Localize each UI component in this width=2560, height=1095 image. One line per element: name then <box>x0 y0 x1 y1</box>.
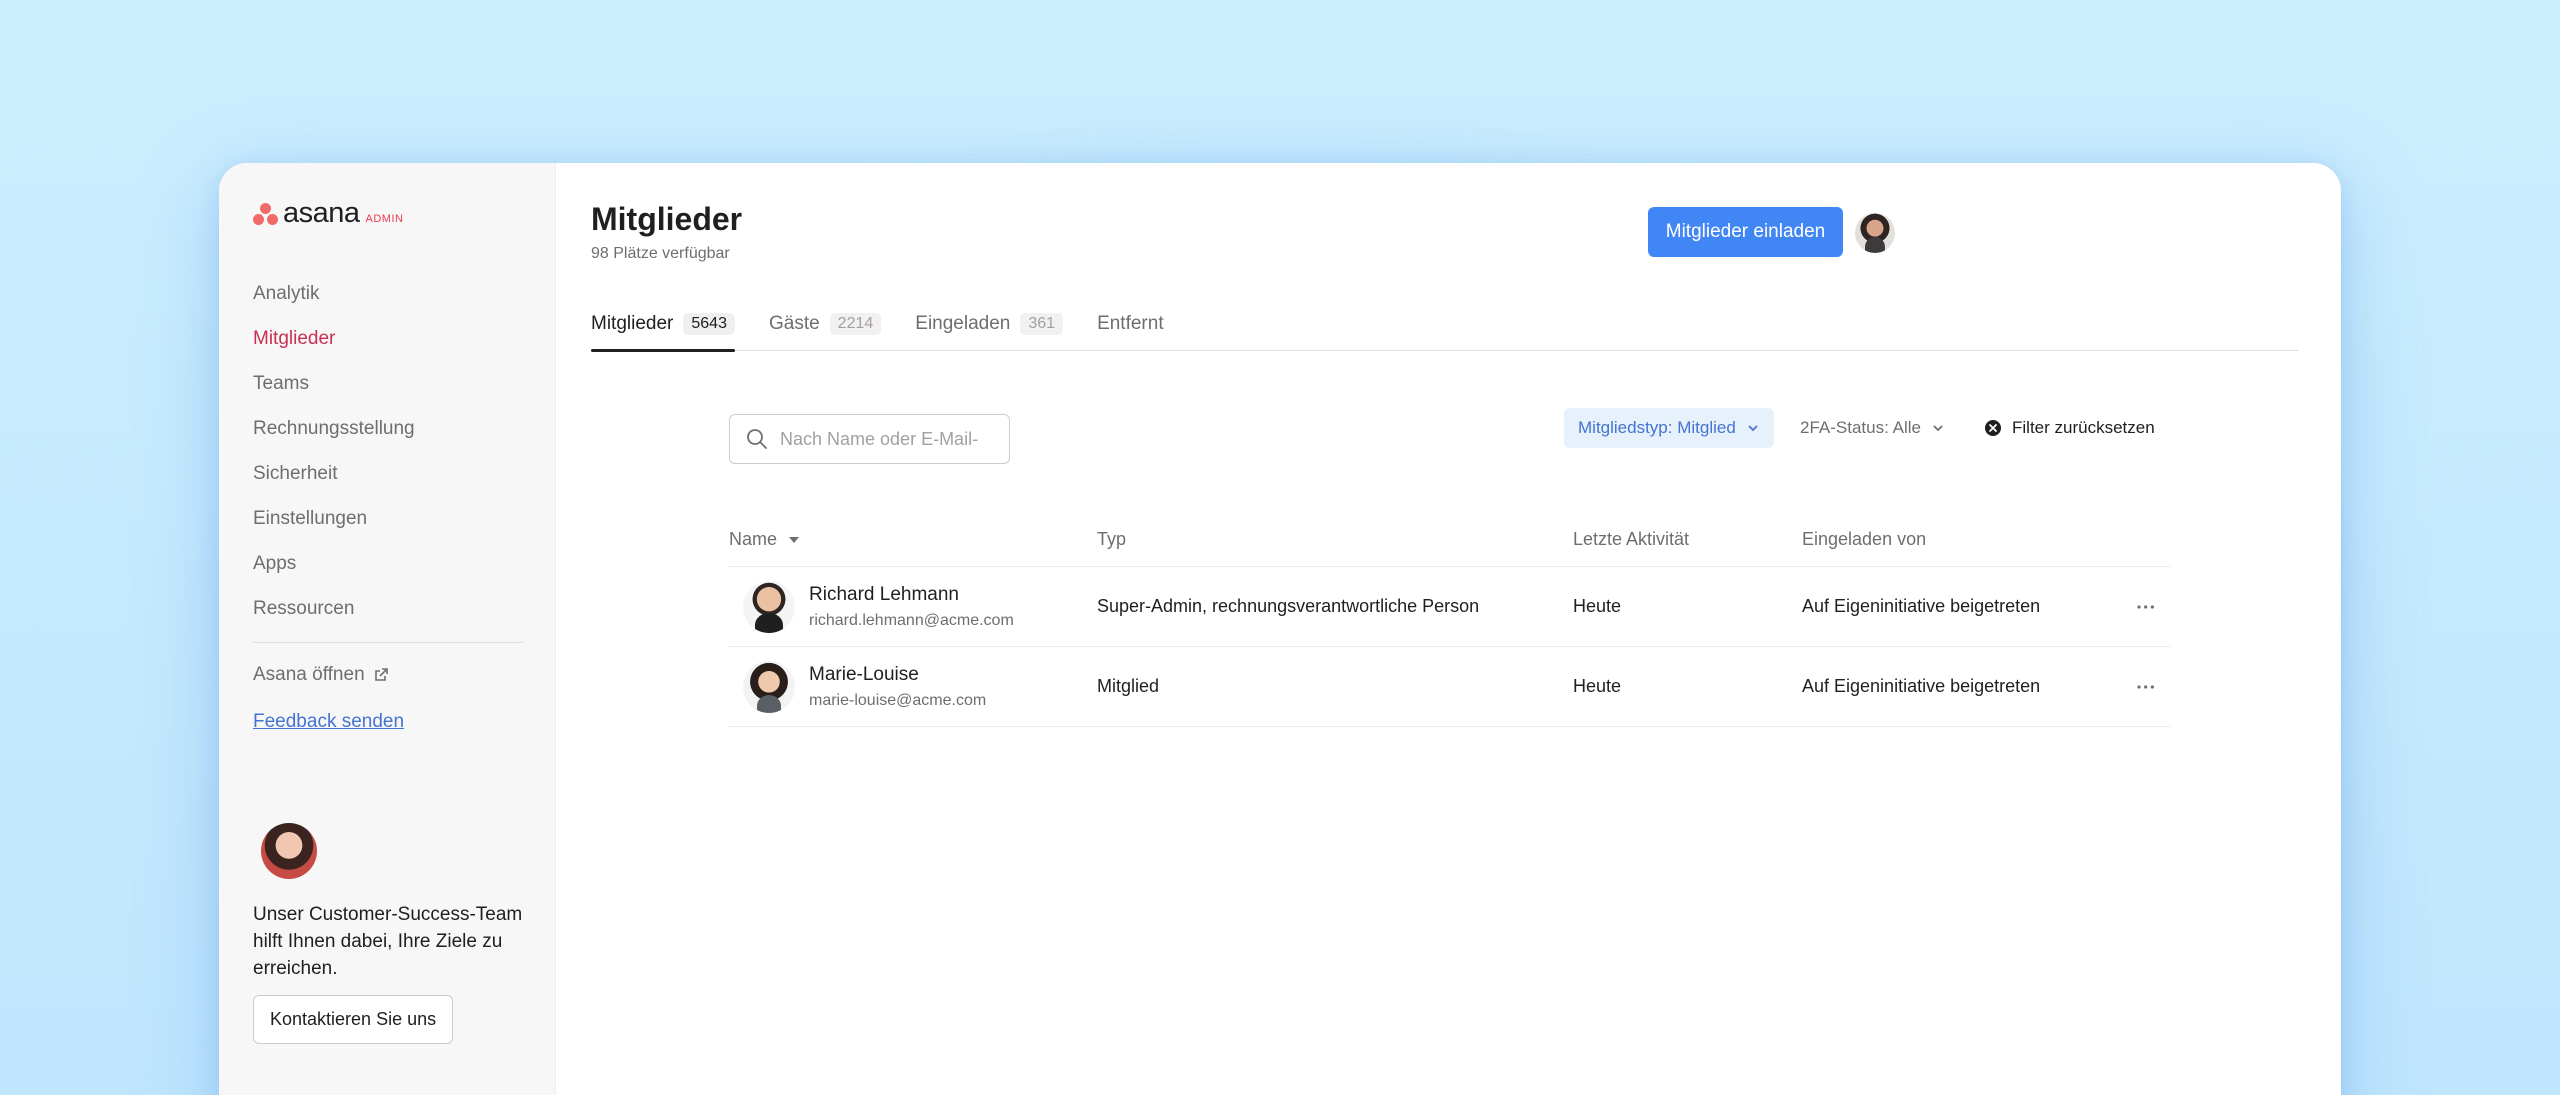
logo-wordmark: asana <box>283 197 360 229</box>
column-header-type: Typ <box>1097 529 1127 549</box>
member-name: Marie-Louise <box>809 663 919 685</box>
tab-label: Entfernt <box>1097 313 1164 334</box>
member-cell: Marie-Louise marie-louise@acme.com <box>729 660 1097 713</box>
member-cell: Richard Lehmann richard.lehmann@acme.com <box>729 580 1097 633</box>
sort-down-icon <box>789 536 800 543</box>
member-type-filter[interactable]: Mitgliedstyp: Mitglied <box>1564 408 1774 448</box>
member-last-activity: Heute <box>1573 676 1622 696</box>
table-row[interactable]: Richard Lehmann richard.lehmann@acme.com… <box>729 567 2171 647</box>
column-header-label: Name <box>729 529 778 549</box>
more-options-icon[interactable] <box>2135 682 2171 692</box>
members-table: Name Typ Letzte Aktivität Eingeladen von… <box>729 513 2171 727</box>
tab-count-badge: 361 <box>1020 313 1064 335</box>
sidebar-item-mitglieder[interactable]: Mitglieder <box>253 316 415 361</box>
member-info: Marie-Louise marie-louise@acme.com <box>809 664 986 710</box>
search-input[interactable] <box>780 428 990 450</box>
clear-x-icon <box>1985 420 2001 436</box>
twofa-filter-label: 2FA-Status: Alle <box>1800 418 1921 437</box>
seats-available: 98 Plätze verfügbar <box>591 245 730 262</box>
open-asana-label: Asana öffnen <box>253 664 365 685</box>
customer-success-text: Unser Customer-Success-Team hilft Ihnen … <box>253 904 523 979</box>
tab-eingeladen[interactable]: Eingeladen 361 <box>915 301 1064 351</box>
row-actions <box>2102 602 2171 612</box>
member-tabs: Mitglieder 5643 Gäste 2214 Eingeladen 36… <box>591 301 2299 352</box>
customer-success-avatar <box>261 823 317 879</box>
open-asana-link[interactable]: Asana öffnen <box>253 664 389 686</box>
feedback-link[interactable]: Feedback senden <box>253 711 404 733</box>
table-header: Name Typ Letzte Aktivität Eingeladen von <box>729 513 2171 567</box>
member-type: Super-Admin, rechnungsverantwortliche Pe… <box>1097 596 1480 616</box>
chevron-down-icon <box>1748 425 1758 432</box>
invite-members-button[interactable]: Mitglieder einladen <box>1648 207 1843 257</box>
member-avatar <box>743 660 795 713</box>
external-link-icon <box>374 668 388 681</box>
sidebar-item-apps[interactable]: Apps <box>253 541 415 586</box>
tab-entfernt[interactable]: Entfernt <box>1097 301 1164 351</box>
tab-gaeste[interactable]: Gäste 2214 <box>768 301 882 351</box>
tab-label: Eingeladen <box>915 313 1011 334</box>
table-row[interactable]: Marie-Louise marie-louise@acme.com Mitgl… <box>729 647 2171 727</box>
sidebar-item-analytik[interactable]: Analytik <box>253 271 415 316</box>
sidebar-item-rechnungsstellung[interactable]: Rechnungsstellung <box>253 406 415 451</box>
tab-count-badge: 2214 <box>829 313 882 335</box>
page-title: Mitglieder <box>591 201 743 237</box>
member-info: Richard Lehmann richard.lehmann@acme.com <box>809 584 1014 630</box>
tab-mitglieder[interactable]: Mitglieder 5643 <box>591 301 735 352</box>
logo-admin-tag: ADMIN <box>365 212 404 225</box>
member-invited-by: Auf Eigeninitiative beigetreten <box>1802 676 2041 696</box>
chevron-down-icon <box>1933 425 1943 432</box>
more-options-icon[interactable] <box>2135 602 2171 612</box>
sidebar-item-sicherheit[interactable]: Sicherheit <box>253 451 415 496</box>
twofa-status-filter[interactable]: 2FA-Status: Alle <box>1796 408 1949 448</box>
sidebar-item-ressourcen[interactable]: Ressourcen <box>253 586 415 631</box>
member-invited-by: Auf Eigeninitiative beigetreten <box>1802 596 2041 616</box>
member-email: richard.lehmann@acme.com <box>809 611 1014 629</box>
column-header-name[interactable]: Name <box>729 529 1097 550</box>
search-box[interactable] <box>729 414 1010 464</box>
reset-filters-button[interactable]: Filter zurücksetzen <box>1984 408 2155 448</box>
member-email: marie-louise@acme.com <box>809 691 987 709</box>
column-header-activity: Letzte Aktivität <box>1573 529 1690 549</box>
member-avatar <box>743 580 795 633</box>
tab-label: Mitglieder <box>591 313 674 334</box>
app-window: asana ADMIN Analytik Mitglieder Teams Re… <box>219 163 2341 1095</box>
sidebar-item-teams[interactable]: Teams <box>253 361 415 406</box>
asana-logo-icon <box>253 202 279 225</box>
user-avatar[interactable] <box>1855 213 1895 253</box>
asana-logo[interactable]: asana ADMIN <box>253 197 403 230</box>
row-actions <box>2102 682 2171 692</box>
sidebar: asana ADMIN Analytik Mitglieder Teams Re… <box>219 163 556 1095</box>
search-icon <box>747 429 767 449</box>
tab-count-badge: 5643 <box>683 313 735 335</box>
member-type-filter-label: Mitgliedstyp: Mitglied <box>1578 418 1736 437</box>
main-content: Mitglieder 98 Plätze verfügbar Mitgliede… <box>556 163 2341 1095</box>
member-name: Richard Lehmann <box>809 583 959 605</box>
reset-filters-label: Filter zurücksetzen <box>2012 418 2155 437</box>
column-header-invited-by: Eingeladen von <box>1802 529 1927 549</box>
sidebar-nav: Analytik Mitglieder Teams Rechnungsstell… <box>253 271 415 631</box>
member-type: Mitglied <box>1097 676 1160 696</box>
tab-label: Gäste <box>768 313 820 334</box>
member-last-activity: Heute <box>1573 596 1622 616</box>
sidebar-item-einstellungen[interactable]: Einstellungen <box>253 496 415 541</box>
sidebar-divider <box>253 642 523 643</box>
contact-us-button[interactable]: Kontaktieren Sie uns <box>253 995 454 1044</box>
